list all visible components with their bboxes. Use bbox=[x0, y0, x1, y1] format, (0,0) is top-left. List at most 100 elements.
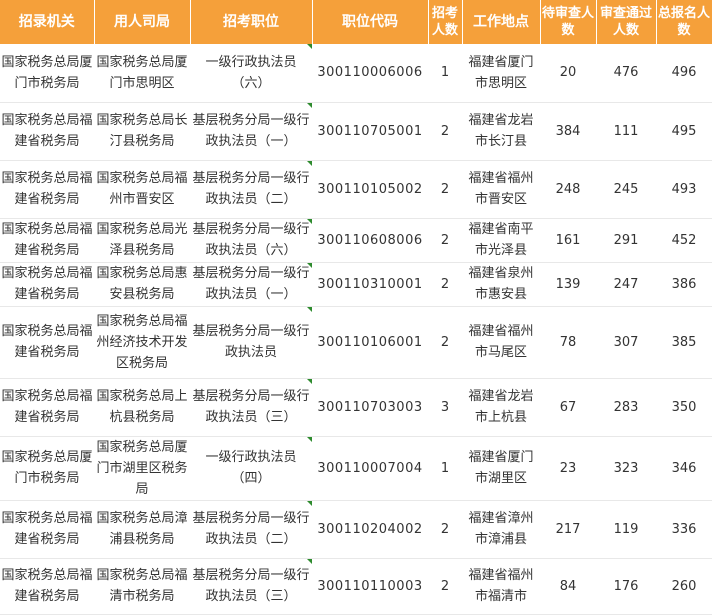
cell-total: 346 bbox=[656, 436, 712, 501]
cell-position: 基层税务分局一级行政执法员（一） bbox=[190, 102, 312, 161]
header-location: 工作地点 bbox=[462, 0, 541, 44]
cell-quota: 2 bbox=[428, 500, 462, 559]
table-row: 国家税务总局福建省税务局 国家税务总局福清市税务局 基层税务分局一级行政执法员（三）… bbox=[0, 558, 712, 615]
cell-passed: 476 bbox=[596, 44, 656, 103]
cell-agency: 国家税务总局厦门市税务局 bbox=[0, 436, 94, 501]
cell-pending: 84 bbox=[540, 558, 596, 615]
cell-employer: 国家税务总局惠安县税务局 bbox=[94, 262, 190, 307]
cell-passed: 307 bbox=[596, 306, 656, 379]
table-row: 国家税务总局福建省税务局 国家税务总局福州市晋安区 基层税务分局一级行政执法员（二）… bbox=[0, 160, 712, 219]
table-row: 国家税务总局福建省税务局 国家税务总局福州经济技术开发区税务局 基层税务分局一级行政… bbox=[0, 306, 712, 379]
cell-position-text: 基层税务分局一级行政执法员（六） bbox=[192, 222, 310, 258]
cell-code: 300110007004 bbox=[312, 436, 428, 501]
cell-comment-marker-icon bbox=[307, 44, 312, 49]
cell-comment-marker-icon bbox=[307, 500, 312, 506]
header-quota: 招考人数 bbox=[428, 0, 463, 44]
cell-location: 福建省厦门市思明区 bbox=[462, 44, 540, 103]
cell-position-text: 基层税务分局一级行政执法员（三） bbox=[192, 389, 310, 425]
cell-total: 496 bbox=[656, 44, 712, 103]
cell-pending: 67 bbox=[540, 378, 596, 437]
header-agency: 招录机关 bbox=[0, 0, 95, 44]
cell-quota: 1 bbox=[428, 436, 462, 501]
cell-code: 300110703003 bbox=[312, 378, 428, 437]
table-row: 国家税务总局厦门市税务局 国家税务总局厦门市湖里区税务局 一级行政执法员（四） 300… bbox=[0, 436, 712, 501]
cell-agency: 国家税务总局福建省税务局 bbox=[0, 160, 94, 219]
cell-agency: 国家税务总局福建省税务局 bbox=[0, 378, 94, 437]
cell-position-text: 基层税务分局一级行政执法员（三） bbox=[192, 568, 310, 604]
cell-code: 300110105002 bbox=[312, 160, 428, 219]
cell-passed: 111 bbox=[596, 102, 656, 161]
cell-pending: 217 bbox=[540, 500, 596, 559]
cell-position-text: 基层税务分局一级行政执法员（二） bbox=[192, 511, 310, 547]
header-employer: 用人司局 bbox=[94, 0, 191, 44]
cell-position-text: 基层税务分局一级行政执法员（一） bbox=[192, 113, 310, 149]
cell-passed: 247 bbox=[596, 262, 656, 307]
cell-code: 300110705001 bbox=[312, 102, 428, 161]
cell-location: 福建省厦门市湖里区 bbox=[462, 436, 540, 501]
cell-quota: 2 bbox=[428, 102, 462, 161]
cell-agency: 国家税务总局福建省税务局 bbox=[0, 500, 94, 559]
cell-location: 福建省龙岩市长汀县 bbox=[462, 102, 540, 161]
cell-comment-marker-icon bbox=[307, 218, 312, 224]
cell-location: 福建省泉州市惠安县 bbox=[462, 262, 540, 307]
cell-total: 495 bbox=[656, 102, 712, 161]
cell-location: 福建省福州市福清市 bbox=[462, 558, 540, 615]
cell-quota: 2 bbox=[428, 160, 462, 219]
cell-quota: 2 bbox=[428, 262, 462, 307]
cell-total: 385 bbox=[656, 306, 712, 379]
cell-employer: 国家税务总局厦门市思明区 bbox=[94, 44, 190, 103]
cell-code: 300110006006 bbox=[312, 44, 428, 103]
registration-table: 招录机关 用人司局 招考职位 职位代码 招考人数 工作地点 待审查人数 审查通过… bbox=[0, 0, 712, 615]
cell-position: 基层税务分局一级行政执法员（三） bbox=[190, 378, 312, 437]
cell-agency: 国家税务总局福建省税务局 bbox=[0, 262, 94, 307]
cell-comment-marker-icon bbox=[307, 436, 312, 442]
cell-pending: 248 bbox=[540, 160, 596, 219]
cell-comment-marker-icon bbox=[307, 102, 312, 108]
table-row: 国家税务总局福建省税务局 国家税务总局光泽县税务局 基层税务分局一级行政执法员（六）… bbox=[0, 218, 712, 263]
cell-employer: 国家税务总局上杭县税务局 bbox=[94, 378, 190, 437]
cell-employer: 国家税务总局光泽县税务局 bbox=[94, 218, 190, 263]
cell-code: 300110310001 bbox=[312, 262, 428, 307]
cell-passed: 323 bbox=[596, 436, 656, 501]
cell-comment-marker-icon bbox=[307, 558, 312, 564]
cell-pending: 384 bbox=[540, 102, 596, 161]
cell-position-text: 基层税务分局一级行政执法员（一） bbox=[192, 266, 310, 302]
cell-comment-marker-icon bbox=[307, 306, 312, 312]
cell-total: 336 bbox=[656, 500, 712, 559]
cell-location: 福建省漳州市漳浦县 bbox=[462, 500, 540, 559]
header-row: 招录机关 用人司局 招考职位 职位代码 招考人数 工作地点 待审查人数 审查通过… bbox=[0, 0, 712, 44]
cell-position: 基层税务分局一级行政执法员（六） bbox=[190, 218, 312, 263]
header-code: 职位代码 bbox=[312, 0, 429, 44]
header-position: 招考职位 bbox=[190, 0, 313, 44]
header-pending: 待审查人数 bbox=[540, 0, 597, 44]
cell-agency: 国家税务总局福建省税务局 bbox=[0, 558, 94, 615]
cell-position-text: 基层税务分局一级行政执法员（二） bbox=[192, 171, 310, 207]
cell-passed: 119 bbox=[596, 500, 656, 559]
cell-location: 福建省龙岩市上杭县 bbox=[462, 378, 540, 437]
cell-position-text: 一级行政执法员（六） bbox=[205, 54, 297, 91]
table-row: 国家税务总局厦门市税务局 国家税务总局厦门市思明区 一级行政执法员（六） 300110… bbox=[0, 44, 712, 103]
cell-quota: 3 bbox=[428, 378, 462, 437]
cell-employer: 国家税务总局长汀县税务局 bbox=[94, 102, 190, 161]
cell-code: 300110608006 bbox=[312, 218, 428, 263]
cell-location: 福建省南平市光泽县 bbox=[462, 218, 540, 263]
table-row: 国家税务总局福建省税务局 国家税务总局上杭县税务局 基层税务分局一级行政执法员（三）… bbox=[0, 378, 712, 437]
header-total: 总报名人数 bbox=[656, 0, 712, 44]
cell-code: 300110110003 bbox=[312, 558, 428, 615]
cell-position-text: 基层税务分局一级行政执法员 bbox=[192, 324, 310, 360]
cell-passed: 283 bbox=[596, 378, 656, 437]
cell-location: 福建省福州市晋安区 bbox=[462, 160, 540, 219]
cell-quota: 2 bbox=[428, 218, 462, 263]
cell-passed: 245 bbox=[596, 160, 656, 219]
cell-total: 260 bbox=[656, 558, 712, 615]
cell-pending: 23 bbox=[540, 436, 596, 501]
cell-comment-marker-icon bbox=[307, 378, 312, 384]
cell-position: 基层税务分局一级行政执法员（三） bbox=[190, 558, 312, 615]
cell-agency: 国家税务总局福建省税务局 bbox=[0, 218, 94, 263]
cell-position: 一级行政执法员（四） bbox=[190, 436, 312, 501]
cell-position: 基层税务分局一级行政执法员（一） bbox=[190, 262, 312, 307]
cell-employer: 国家税务总局漳浦县税务局 bbox=[94, 500, 190, 559]
cell-agency: 国家税务总局福建省税务局 bbox=[0, 102, 94, 161]
cell-pending: 161 bbox=[540, 218, 596, 263]
table-row: 国家税务总局福建省税务局 国家税务总局惠安县税务局 基层税务分局一级行政执法员（一）… bbox=[0, 262, 712, 307]
